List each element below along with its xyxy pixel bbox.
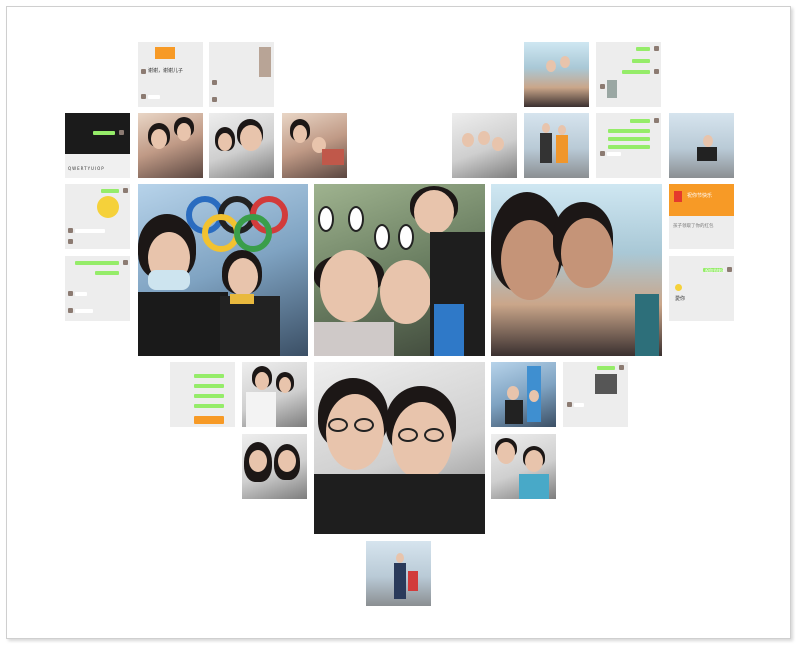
photo-olympic-rings-tile — [138, 184, 308, 356]
chat-message: 祝你节快乐 — [705, 268, 725, 273]
photo-tile — [366, 541, 431, 606]
photo-tile — [524, 113, 589, 178]
chat-screenshot-tile — [170, 362, 235, 427]
chat-screenshot-tile — [65, 256, 130, 321]
photo-glasses-selfie-tile — [314, 362, 485, 534]
red-packet-note: 孩子领取了你的红包 — [673, 224, 714, 229]
chat-message: 谢谢，谢谢儿子 — [148, 68, 184, 74]
photo-tile — [209, 113, 274, 178]
photo-tile — [524, 42, 589, 107]
photo-tile — [491, 362, 556, 427]
photo-tile — [242, 434, 307, 499]
photo-beach-selfie-tile — [491, 184, 662, 356]
photo-tile — [491, 434, 556, 499]
chat-screenshot-tile — [596, 42, 661, 107]
emoji-icon — [675, 284, 682, 291]
photo-tile — [138, 113, 203, 178]
red-packet-card — [155, 47, 175, 59]
red-packet-card: 祝你节快乐 — [669, 184, 734, 216]
chat-screenshot-tile: 谢谢，谢谢儿子 — [138, 42, 203, 107]
red-packet-title: 祝你节快乐 — [687, 193, 713, 199]
chat-screenshot-tile: 祝你节快乐 愛你 — [669, 256, 734, 321]
sticker-emoji-icon — [97, 196, 119, 218]
chat-screenshot-dark-tile: QWERTYUIOP — [65, 113, 130, 178]
chat-screenshot-tile — [596, 113, 661, 178]
chat-message: 愛你 — [675, 296, 686, 302]
chat-screenshot-tile — [209, 42, 274, 107]
keyboard-row: QWERTYUIOP — [68, 166, 105, 171]
photo-tile — [669, 113, 734, 178]
photo-tile — [282, 113, 347, 178]
red-packet-card — [194, 416, 224, 424]
red-packet-icon — [674, 191, 682, 202]
chat-screenshot-tile — [563, 362, 628, 427]
chat-screenshot-tile — [65, 184, 130, 249]
photo-tile — [452, 113, 517, 178]
photo-tile — [242, 362, 307, 427]
chat-red-packet-tile: 祝你节快乐 孩子领取了你的红包 — [669, 184, 734, 249]
photo-bunny-filter-tile — [314, 184, 485, 356]
